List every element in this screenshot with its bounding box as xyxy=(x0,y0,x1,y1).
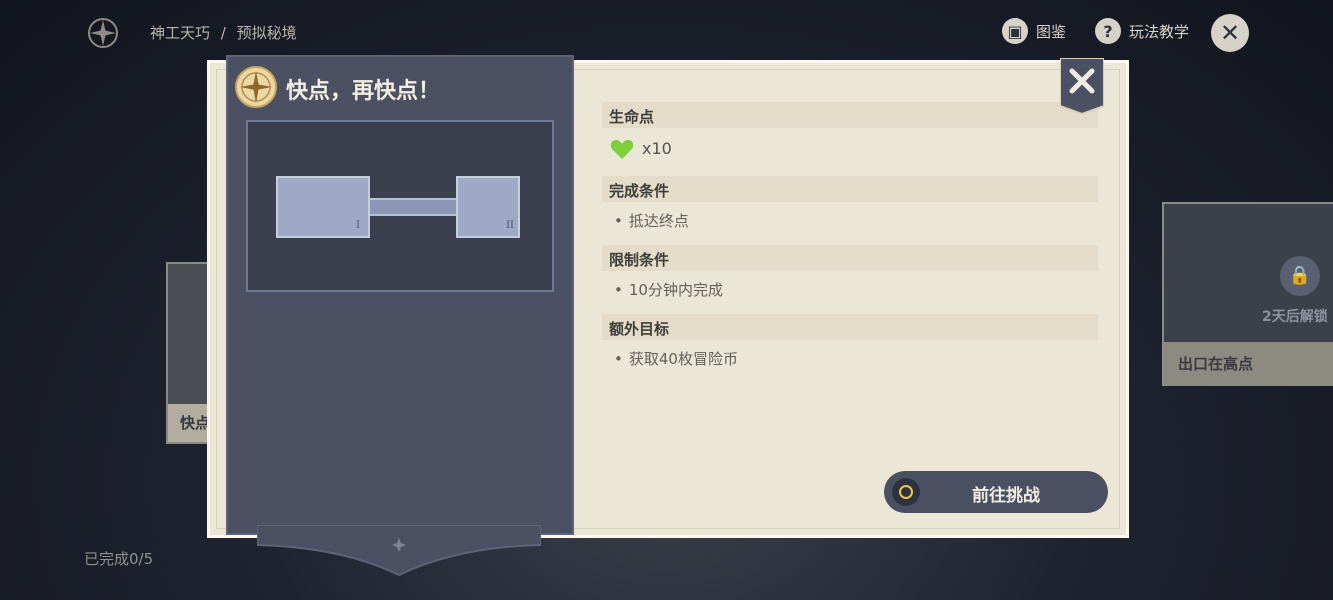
heart-icon xyxy=(610,139,634,159)
life-count: x10 xyxy=(642,139,672,158)
start-challenge-button[interactable]: 前往挑战 xyxy=(884,471,1108,513)
domain-map-preview: I II xyxy=(246,120,554,292)
extra-goal: 获取40枚冒险币 xyxy=(614,348,738,369)
question-icon: ? xyxy=(1095,18,1121,44)
progress-text: 已完成0/5 xyxy=(84,550,154,568)
life-section-title: 生命点 xyxy=(602,102,1098,128)
limit-section-title: 限制条件 xyxy=(602,245,1098,271)
breadcrumb-separator: / xyxy=(220,24,226,42)
start-challenge-label: 前往挑战 xyxy=(972,486,1040,506)
handbook-label: 图鉴 xyxy=(1036,22,1067,41)
domain-card-right[interactable]: 🔒 2天后解锁 出口在高点 xyxy=(1162,202,1333,386)
room-marker: II xyxy=(506,220,514,231)
breadcrumb-item: 神工天巧 xyxy=(150,24,211,42)
limit-condition: 10分钟内完成 xyxy=(614,279,723,300)
handbook-icon: ▣ xyxy=(1002,18,1028,44)
breadcrumb: 神工天巧 / 预拟秘境 xyxy=(150,22,297,43)
close-icon: ✕ xyxy=(1219,19,1241,47)
compass-icon xyxy=(88,18,118,48)
panel-banner-tail xyxy=(257,525,541,577)
handbook-button[interactable]: ▣ 图鉴 xyxy=(1002,18,1066,44)
top-bar: 神工天巧 / 预拟秘境 ▣ 图鉴 ? 玩法教学 ✕ xyxy=(0,0,1333,64)
tutorial-button[interactable]: ? 玩法教学 xyxy=(1095,18,1189,44)
complete-condition: 抵达终点 xyxy=(614,210,689,231)
unlock-timer: 2天后解锁 xyxy=(1262,309,1328,325)
lock-icon: 🔒 xyxy=(1280,256,1320,296)
domain-card-label: 出口在高点 xyxy=(1164,342,1333,384)
extra-section-title: 额外目标 xyxy=(602,314,1098,340)
map-bridge xyxy=(370,198,456,216)
complete-section-title: 完成条件 xyxy=(602,176,1098,202)
domain-compass-icon xyxy=(235,66,277,108)
tutorial-label: 玩法教学 xyxy=(1129,22,1190,41)
dialog-close-button[interactable] xyxy=(1060,58,1104,114)
domain-title: 快点，再快点！ xyxy=(286,79,441,104)
room-marker: I xyxy=(356,220,360,231)
breadcrumb-item: 预拟秘境 xyxy=(236,24,297,42)
close-page-button[interactable]: ✕ xyxy=(1211,14,1249,52)
